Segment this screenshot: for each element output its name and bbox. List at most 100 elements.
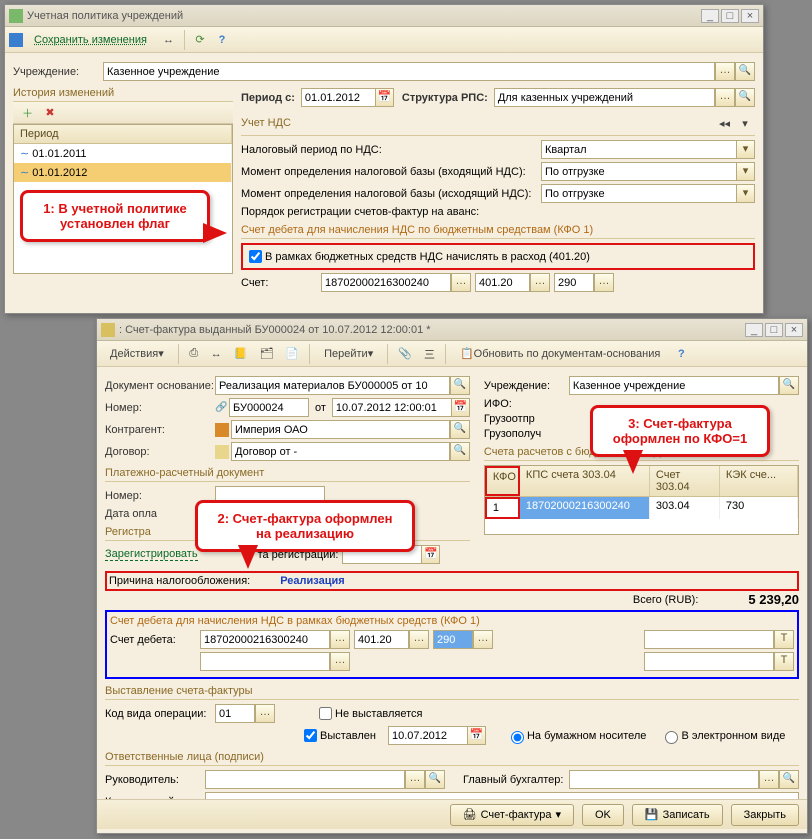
close-button[interactable]: Закрыть [731,804,799,826]
debit-extra2-field[interactable] [200,652,330,671]
lookup-button[interactable]: … [409,630,429,649]
lookup-button[interactable]: … [473,630,493,649]
electronic-radio[interactable] [665,731,678,744]
lookup-button[interactable]: … [594,273,614,292]
refresh-icon[interactable] [190,30,210,50]
search-icon[interactable] [779,376,799,395]
minimize-button[interactable]: _ [701,9,719,23]
calendar-icon[interactable] [468,726,486,745]
org-lookup-button[interactable]: … [715,62,735,81]
minimize-button[interactable]: _ [745,323,763,337]
debit-kek-field[interactable] [433,630,473,649]
dropdown-icon[interactable]: ▾ [737,184,755,203]
search-icon[interactable] [450,420,470,439]
lookup-button[interactable]: … [759,770,779,789]
history-row[interactable]: ∼ 01.01.2011 [14,144,232,163]
goto-menu[interactable]: Перейти ▾ [315,344,382,364]
number-field[interactable] [229,398,309,417]
update-by-docs-button[interactable]: 📋 Обновить по документам-основания [451,344,669,364]
calendar-icon[interactable] [422,545,440,564]
save-changes-button[interactable]: Сохранить изменения [25,30,156,50]
history-row[interactable]: ∼ 01.01.2012 [14,163,232,182]
issued-date-field[interactable] [388,726,468,745]
issued-checkbox[interactable] [304,729,317,742]
contract-field[interactable]: Договор от - [231,442,450,461]
struct-lookup-button[interactable]: … [715,88,735,107]
post-icon[interactable]: ⎙ [184,344,204,364]
lookup-button[interactable]: … [330,630,350,649]
doc-base-field[interactable]: Реализация материалов БУ000005 от 10 [215,376,450,395]
attach-icon[interactable]: 📎 [393,344,417,364]
kfo-column-header[interactable]: КФО [485,466,520,496]
org2-field[interactable]: Казенное учреждение [569,376,779,395]
search-icon[interactable] [779,770,799,789]
list-icon[interactable]: 📄 [280,344,304,364]
struct-field[interactable]: Для казенных учреждений [494,88,715,107]
nav-icon[interactable]: ↔ [206,344,227,364]
account-field[interactable] [475,273,530,292]
counterparty-field[interactable]: Империя ОАО [231,420,450,439]
maximize-button[interactable]: □ [721,9,739,23]
close-button[interactable]: × [741,9,759,23]
ledger-icon[interactable]: 📒 [229,344,253,364]
text-button[interactable]: T [774,630,794,649]
relations-icon[interactable]: 🗂 [254,344,278,364]
lookup-button[interactable]: … [530,273,550,292]
op-code-field[interactable] [215,704,255,723]
struct-search-button[interactable] [735,88,755,107]
org-search-button[interactable] [735,62,755,81]
period-from-field[interactable] [301,88,376,107]
struct-icon[interactable]: 三 [419,344,440,364]
section-dropdown-icon[interactable]: ▾ [735,113,755,133]
budget-table-row[interactable]: 1 18702000216300240 303.04 730 [485,497,798,519]
text-button[interactable]: T [774,652,794,671]
delete-icon[interactable]: ✖ [40,103,60,123]
nds-period-field[interactable]: Квартал [541,140,737,159]
period-column-header[interactable]: Период [14,125,232,143]
base-in-field[interactable]: По отгрузке [541,162,737,181]
calendar-icon[interactable] [376,88,394,107]
org-field[interactable] [103,62,715,81]
ok-button[interactable]: OK [582,804,624,826]
chief-accountant-field[interactable] [569,770,759,789]
collapse-icon[interactable]: ↔ [158,30,179,50]
search-icon[interactable] [425,770,445,789]
acct303-column-header[interactable]: Счет 303.04 [650,466,720,496]
help-icon[interactable] [212,30,232,50]
save-button[interactable]: 💾 Записать [632,804,723,826]
search-icon[interactable] [450,442,470,461]
calendar-icon[interactable] [452,398,470,417]
debit-kps-field[interactable] [200,630,330,649]
head-field[interactable] [205,770,405,789]
chief-accountant-label: Главный бухгалтер: [463,774,563,786]
base-out-field[interactable]: По отгрузке [541,184,737,203]
actions-menu[interactable]: Действия ▾ [101,344,173,364]
lookup-button[interactable]: … [405,770,425,789]
lookup-button[interactable]: … [451,273,471,292]
not-issued-checkbox[interactable] [319,707,332,720]
account-kek-field[interactable] [554,273,594,292]
dropdown-icon[interactable]: ▾ [737,140,755,159]
kek-column-header[interactable]: КЭК сче... [720,466,798,496]
account-kps-field[interactable] [321,273,451,292]
maximize-button[interactable]: □ [765,323,783,337]
tax-reason-value[interactable]: Реализация [280,575,344,587]
search-icon[interactable] [450,376,470,395]
comment-field[interactable] [205,792,799,799]
lookup-button[interactable]: … [330,652,350,671]
kfo1-checkbox[interactable] [249,250,262,263]
paper-radio[interactable] [511,731,524,744]
close-button[interactable]: × [785,323,803,337]
contract-label: Договор: [105,446,215,458]
debit-extra3-field[interactable] [644,652,774,671]
lookup-button[interactable]: … [255,704,275,723]
debit-acct-field[interactable] [354,630,409,649]
section-prev-icon[interactable]: ◂◂ [714,113,735,133]
dropdown-icon[interactable]: ▾ [737,162,755,181]
add-icon[interactable]: ＋ [17,103,38,123]
debit-extra-field[interactable] [644,630,774,649]
register-link[interactable]: Зарегистрировать [105,548,198,561]
number-date-field[interactable] [332,398,452,417]
help-icon[interactable] [671,344,691,364]
print-invoice-button[interactable]: 🖨 Счет-фактура ▾ [450,804,574,826]
